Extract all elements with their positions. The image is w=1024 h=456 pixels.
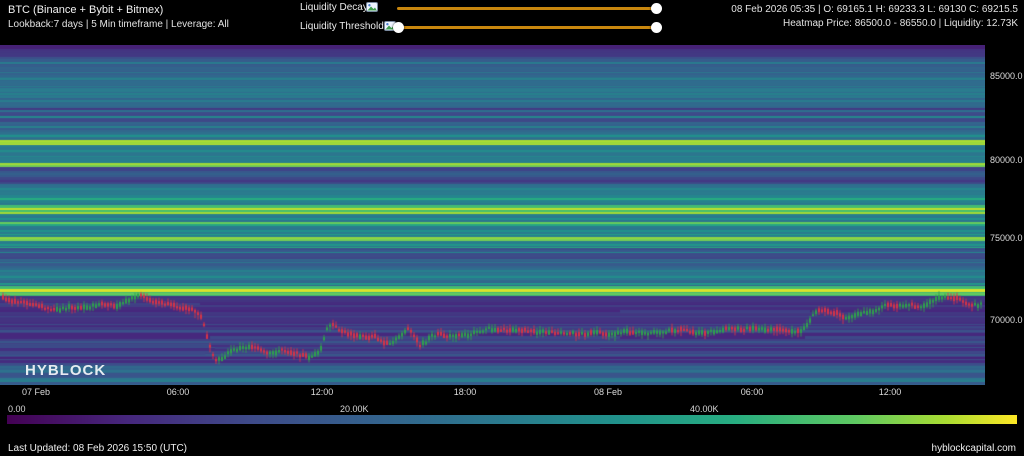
colorbar-tick-label: 0.00 xyxy=(8,404,26,414)
price-tick-label: 85000.0 xyxy=(990,71,1023,81)
time-tick-label: 06:00 xyxy=(741,387,764,397)
ohlc-readout: 08 Feb 2026 05:35 | O: 69165.1 H: 69233.… xyxy=(731,4,1018,16)
chart-title: BTC (Binance + Bybit + Bitmex) xyxy=(8,4,163,17)
time-tick-label: 12:00 xyxy=(311,387,334,397)
liquidity-colorbar xyxy=(7,415,1017,424)
time-tick-label: 08 Feb xyxy=(594,387,622,397)
heatmap-price-readout: Heatmap Price: 86500.0 - 86550.0 | Liqui… xyxy=(783,18,1018,30)
price-tick-label: 80000.0 xyxy=(990,155,1023,165)
liquidity-heatmap-canvas[interactable] xyxy=(0,45,985,385)
time-tick-label: 12:00 xyxy=(879,387,902,397)
last-updated-text: Last Updated: 08 Feb 2026 15:50 (UTC) xyxy=(8,443,187,454)
colorbar-tick-label: 40.00K xyxy=(690,404,719,414)
liquidity-decay-icon xyxy=(366,2,378,12)
liquidity-threshold-label: Liquidity Threshold xyxy=(300,21,384,32)
liquidity-decay-slider-track[interactable] xyxy=(397,7,660,10)
colorbar-tick-label: 20.00K xyxy=(340,404,369,414)
liquidity-decay-slider-handle[interactable] xyxy=(651,3,662,14)
header-bar: BTC (Binance + Bybit + Bitmex) Lookback:… xyxy=(0,0,1024,45)
time-tick-label: 18:00 xyxy=(454,387,477,397)
time-tick-label: 07 Feb xyxy=(22,387,50,397)
chart-settings-summary: Lookback:7 days | 5 Min timeframe | Leve… xyxy=(8,19,229,31)
liquidity-decay-label: Liquidity Decay xyxy=(300,2,368,13)
liquidity-threshold-slider-handle-max[interactable] xyxy=(651,22,662,33)
site-link[interactable]: hyblockcapital.com xyxy=(932,443,1016,454)
liquidity-threshold-slider-handle-min[interactable] xyxy=(393,22,404,33)
price-tick-label: 70000.0 xyxy=(990,315,1023,325)
liquidity-threshold-slider-track[interactable] xyxy=(398,26,660,29)
hyblock-watermark: HYBLOCK xyxy=(25,362,106,379)
price-tick-label: 75000.0 xyxy=(990,233,1023,243)
time-tick-label: 06:00 xyxy=(167,387,190,397)
